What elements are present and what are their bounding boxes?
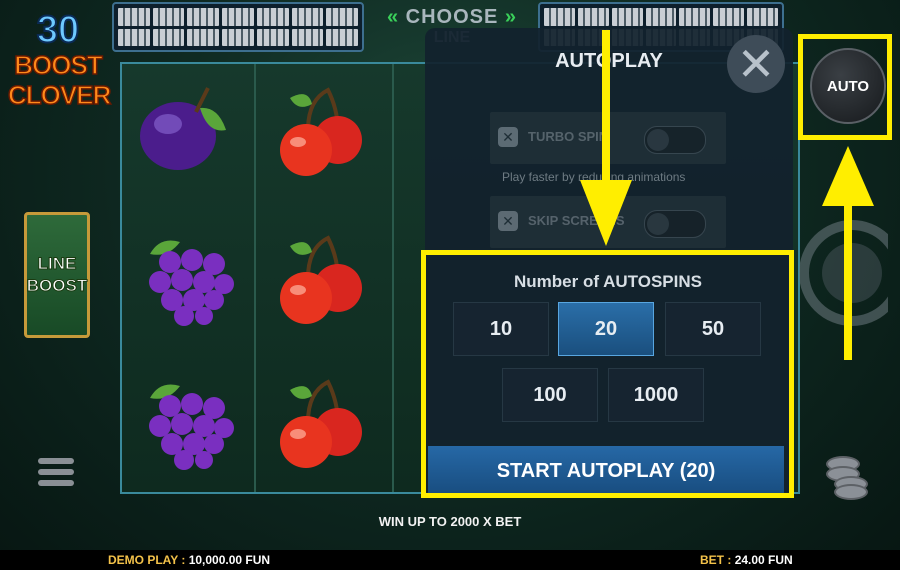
highlight-autospins-section: [421, 250, 794, 498]
logo-number: 30: [36, 9, 80, 51]
close-button[interactable]: ✕: [727, 35, 785, 93]
plum-symbol: [140, 87, 226, 170]
reel-divider: [254, 64, 256, 492]
reel-divider: [392, 64, 394, 492]
annotation-arrow-up: [844, 190, 852, 360]
cherry-symbol: [280, 87, 362, 176]
turbo-spin-toggle[interactable]: [644, 126, 706, 154]
annotation-arrow-down: [602, 30, 610, 200]
cherry-symbol: [280, 235, 362, 324]
skip-screens-toggle[interactable]: [644, 210, 706, 238]
game-logo: 30 BOOST CLOVER: [7, 9, 112, 135]
menu-icon[interactable]: [38, 458, 74, 488]
choose-text: CHOOSE: [405, 6, 499, 28]
line-boost-button[interactable]: LINE BOOST: [24, 212, 90, 338]
grapes-symbol: [149, 240, 234, 326]
demo-balance: DEMO PLAY : 10,000.00 FUN: [108, 553, 270, 567]
line-boost-label-2: BOOST: [26, 276, 88, 296]
highlight-auto-button: [798, 34, 892, 140]
close-icon: ✕: [736, 38, 776, 90]
bet-label: BET :: [700, 553, 732, 567]
arrow-head-down-icon: [580, 180, 632, 246]
win-up-text: WIN UP TO 2000 X BET: [378, 514, 522, 529]
turbo-spin-label: TURBO SPIN: [528, 129, 609, 144]
demo-label: DEMO PLAY :: [108, 553, 186, 567]
bet-display: BET : 24.00 FUN: [700, 553, 793, 567]
info-icon: ✕: [498, 211, 518, 231]
spin-icon[interactable]: [792, 205, 888, 341]
logo-word-1: BOOST: [14, 49, 104, 81]
cherry-symbol: [280, 379, 362, 468]
line-boost-label-1: LINE: [37, 254, 77, 274]
bet-value: 24.00 FUN: [734, 553, 793, 567]
arrow-head-up-icon: [822, 146, 874, 206]
logo-word-2: CLOVER: [7, 79, 112, 111]
grapes-symbol: [149, 384, 234, 470]
demo-value: 10,000.00 FUN: [188, 553, 271, 567]
coins-icon[interactable]: [824, 452, 868, 500]
payline-indicators-left: [112, 2, 364, 52]
info-icon: ✕: [498, 127, 518, 147]
